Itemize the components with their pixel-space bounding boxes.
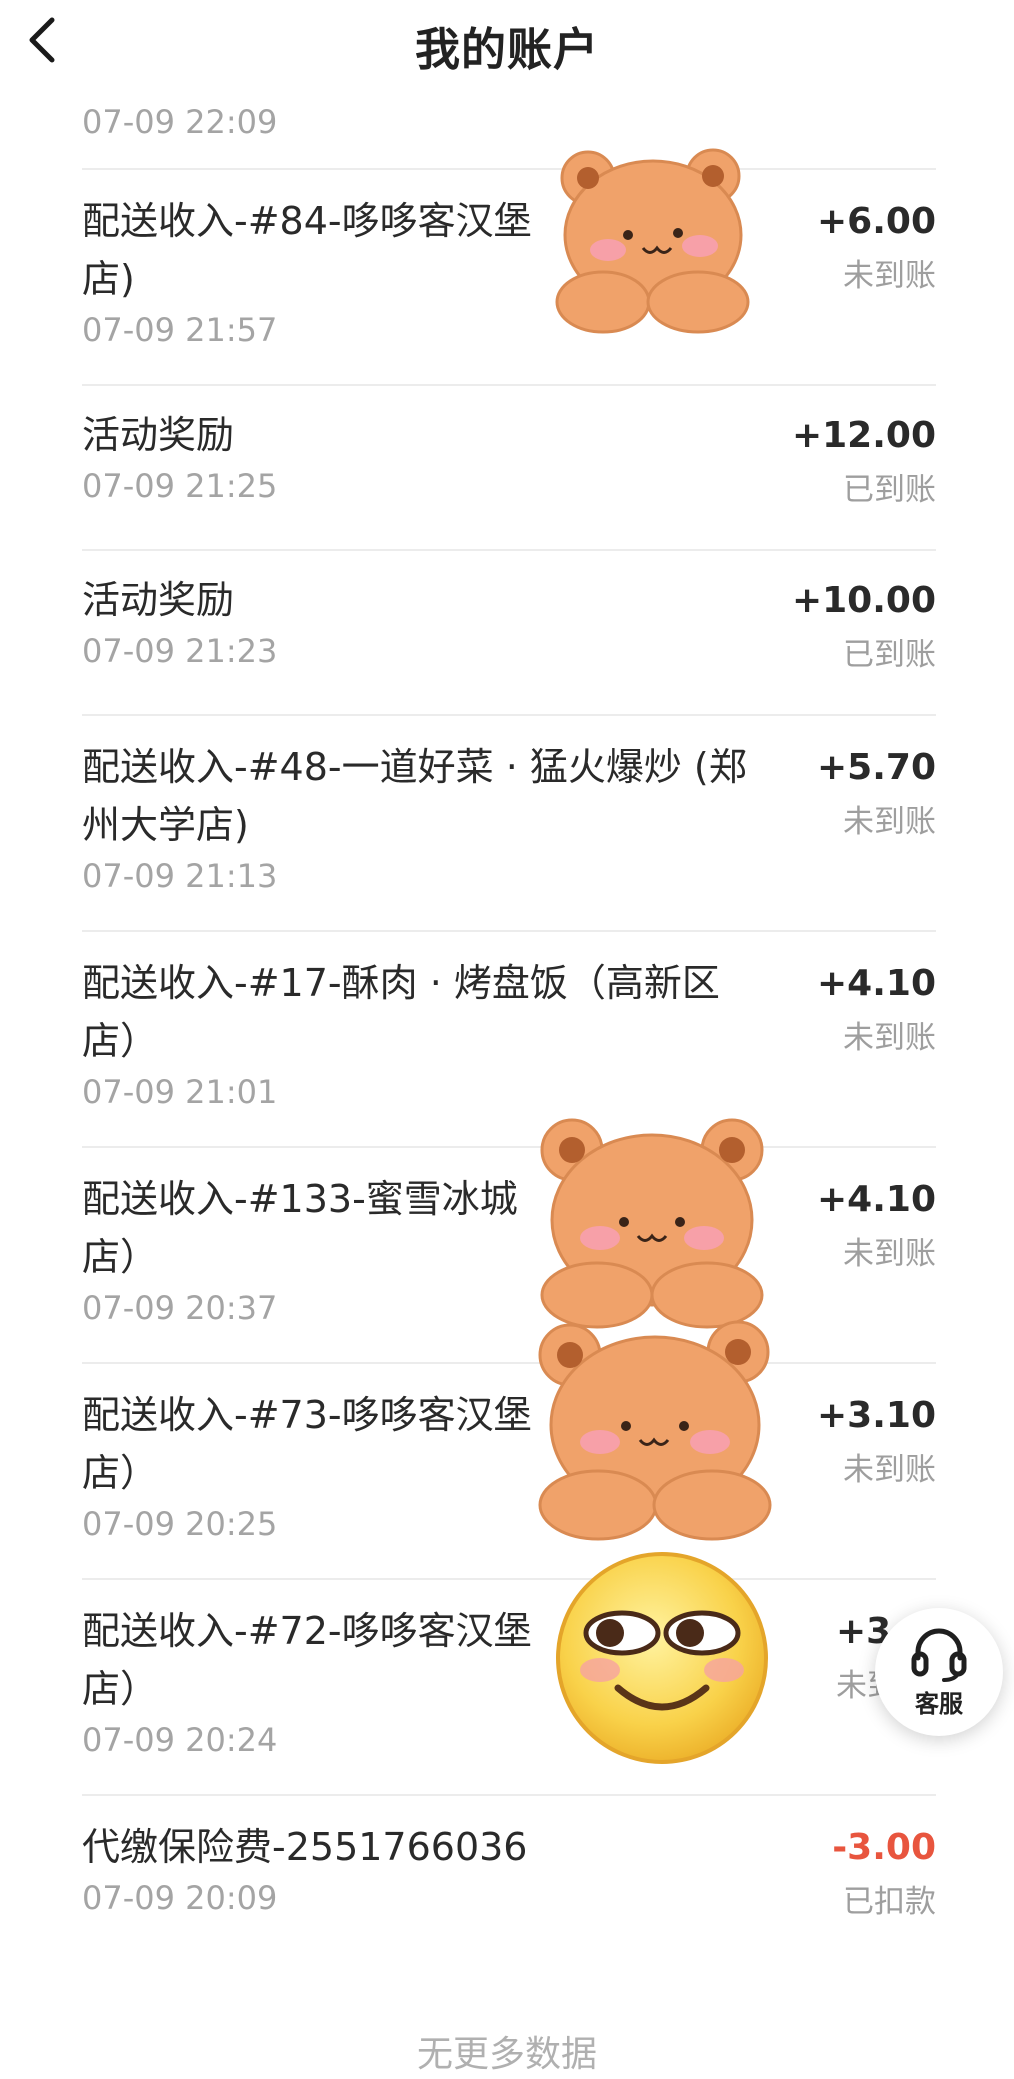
record-status: 未到账 — [843, 804, 936, 840]
record-status: 未到账 — [843, 1020, 936, 1056]
record-amount: +3.10 — [817, 1395, 936, 1436]
list-item[interactable]: 配送收入-#73-哆哆客汉堡店） 07-09 20:25 +3.10 未到账 — [82, 1364, 936, 1580]
list-item[interactable]: 配送收入-#48-一道好菜 · 猛火爆炒 (郑州大学店) 07-09 21:13… — [82, 716, 936, 932]
record-description: 配送收入-#48-一道好菜 · 猛火爆炒 (郑州大学店) — [82, 745, 747, 847]
record-status: 未到账 — [843, 1452, 936, 1488]
bear-sticker — [555, 148, 750, 334]
record-description: 配送收入-#17-酥肉 · 烤盘饭（高新区店） — [82, 961, 720, 1063]
list-item[interactable]: 配送收入-#133-蜜雪冰城店） 07-09 20:37 +4.10 未到账 — [82, 1148, 936, 1364]
record-time: 07-09 21:01 — [82, 1073, 278, 1111]
record-status: 未到账 — [843, 1236, 936, 1272]
record-status: 已到账 — [843, 472, 936, 508]
record-time: 07-09 21:13 — [82, 857, 278, 895]
list-item[interactable]: 配送收入-#17-酥肉 · 烤盘饭（高新区店） 07-09 21:01 +4.1… — [82, 932, 936, 1148]
record-amount: +6.00 — [817, 201, 936, 242]
transaction-list: 07-09 22:09 配送收入-#84-哆哆客汉堡店) 07-09 21:57… — [82, 90, 936, 1966]
record-time: 07-09 20:25 — [82, 1505, 278, 1543]
list-item[interactable]: 活动奖励 07-09 21:25 +12.00 已到账 — [82, 386, 936, 551]
list-item: 07-09 22:09 — [82, 90, 936, 170]
record-amount: -3.00 — [832, 1827, 936, 1868]
list-item[interactable]: 配送收入-#84-哆哆客汉堡店) 07-09 21:57 +6.00 未到账 — [82, 170, 936, 386]
record-time: 07-09 21:23 — [82, 632, 278, 670]
record-description: 代缴保险费-2551766036 — [82, 1825, 528, 1869]
list-item[interactable]: 活动奖励 07-09 21:23 +10.00 已到账 — [82, 551, 936, 716]
record-amount: +10.00 — [791, 580, 936, 621]
header-bar: 我的账户 — [0, 0, 1014, 90]
back-button[interactable] — [14, 12, 70, 68]
record-amount: +5.70 — [817, 747, 936, 788]
record-time: 07-09 20:24 — [82, 1721, 278, 1759]
record-description: 配送收入-#73-哆哆客汉堡店） — [82, 1393, 532, 1495]
record-description: 配送收入-#84-哆哆客汉堡店) — [82, 199, 532, 301]
bear-sticker — [540, 1118, 764, 1329]
customer-service-label: 客服 — [915, 1689, 963, 1718]
record-description: 活动奖励 — [82, 578, 235, 622]
bear-sticker — [538, 1320, 772, 1541]
no-more-data-text: 无更多数据 — [416, 2034, 597, 2075]
record-status: 未到账 — [843, 258, 936, 294]
record-status: 已扣款 — [843, 1884, 936, 1920]
record-status: 已到账 — [843, 637, 936, 673]
record-description: 配送收入-#133-蜜雪冰城店） — [82, 1177, 518, 1279]
record-time: 07-09 22:09 — [82, 103, 278, 141]
list-item[interactable]: 配送收入-#72-哆哆客汉堡店） 07-09 20:24 +3 未到 — [82, 1580, 936, 1796]
record-time: 07-09 21:25 — [82, 467, 278, 505]
headset-icon — [911, 1628, 967, 1682]
chevron-left-icon — [29, 17, 55, 63]
record-description: 配送收入-#72-哆哆客汉堡店） — [82, 1609, 532, 1711]
customer-service-button[interactable]: 客服 — [875, 1608, 1003, 1736]
record-description: 活动奖励 — [82, 413, 235, 457]
page-title: 我的账户 — [414, 22, 599, 76]
record-time: 07-09 20:37 — [82, 1289, 278, 1327]
record-amount: +4.10 — [817, 963, 936, 1004]
record-amount: +4.10 — [817, 1179, 936, 1220]
list-item[interactable]: 代缴保险费-2551766036 07-09 20:09 -3.00 已扣款 — [82, 1796, 936, 1966]
record-amount: +12.00 — [791, 415, 936, 456]
record-time: 07-09 20:09 — [82, 1879, 278, 1917]
smiling-emoji-sticker — [556, 1552, 768, 1764]
record-time: 07-09 21:57 — [82, 311, 278, 349]
